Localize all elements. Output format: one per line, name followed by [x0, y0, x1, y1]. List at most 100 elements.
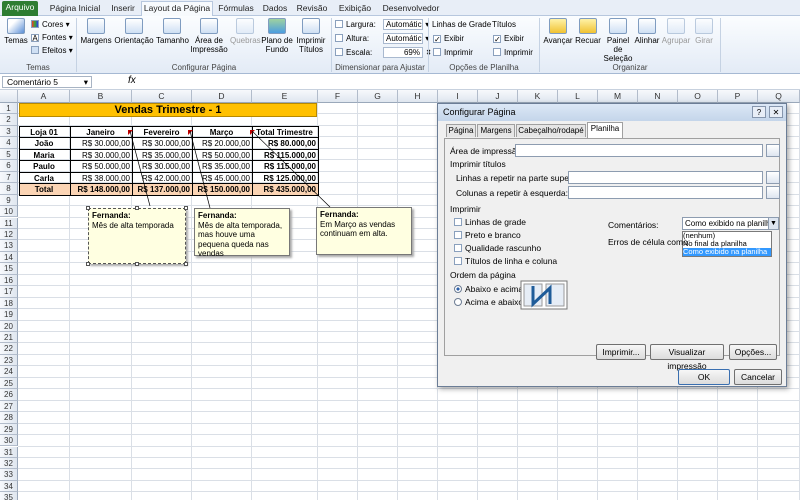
- tab-inserir[interactable]: Inserir: [108, 2, 138, 16]
- resize-handle[interactable]: [184, 206, 188, 210]
- titulos-linha-coluna-checkbox[interactable]: Títulos de linha e coluna: [454, 256, 557, 266]
- row-header-19[interactable]: 19: [0, 309, 18, 321]
- cores-button[interactable]: Cores ▾: [31, 20, 70, 30]
- column-header-l[interactable]: L: [558, 90, 598, 103]
- titulos-imprimir-checkbox[interactable]: Imprimir: [493, 48, 533, 58]
- comment-box[interactable]: Fernanda: Em Março as vendas continuam e…: [316, 207, 412, 255]
- formula-input[interactable]: [145, 76, 795, 88]
- recuar-button[interactable]: Recuar: [574, 18, 602, 45]
- name-box[interactable]: Comentário 5 ▾: [2, 76, 92, 88]
- quebras-button[interactable]: Quebras: [230, 18, 261, 45]
- row-header-34[interactable]: 34: [0, 480, 18, 493]
- row-header-21[interactable]: 21: [0, 332, 18, 344]
- column-header-m[interactable]: M: [598, 90, 638, 103]
- cancelar-button[interactable]: Cancelar: [734, 369, 782, 385]
- option-como-exibido[interactable]: Como exibido na planilha: [683, 248, 771, 256]
- tab-exibicao[interactable]: Exibição: [334, 2, 376, 16]
- acima-abaixo-radio[interactable]: Acima e abaixo: [454, 297, 523, 307]
- painel-selecao-button[interactable]: Painel de Seleção: [603, 18, 633, 63]
- fontes-button[interactable]: A Fontes ▾: [31, 33, 73, 43]
- colunas-repetir-field[interactable]: [568, 186, 763, 199]
- tab-margens[interactable]: Margens: [477, 124, 515, 137]
- efeitos-button[interactable]: Efeitos ▾: [31, 46, 73, 56]
- tab-planilha[interactable]: Planilha: [587, 122, 623, 138]
- comentarios-select[interactable]: Como exibido na planilha: [682, 217, 779, 230]
- row-header-26[interactable]: 26: [0, 389, 18, 401]
- orientacao-icon: [125, 18, 143, 34]
- resize-handle[interactable]: [135, 262, 139, 266]
- help-button[interactable]: ?: [752, 106, 766, 118]
- preto-branco-checkbox[interactable]: Preto e branco: [454, 230, 521, 240]
- visualizar-impressao-button[interactable]: Visualizar impressão: [650, 344, 724, 371]
- tamanho-button[interactable]: Tamanho: [156, 18, 189, 45]
- ordem-pagina-label: Ordem da página: [450, 270, 516, 280]
- area-impressao-button[interactable]: Área de Impressão: [190, 18, 228, 54]
- row-header-23[interactable]: 23: [0, 354, 18, 367]
- escala-spinner[interactable]: 69% ⬍: [383, 47, 432, 58]
- tab-pagina-inicial[interactable]: Página Inicial: [44, 2, 106, 16]
- chevron-down-icon[interactable]: ▼: [768, 218, 778, 229]
- column-header-j[interactable]: J: [478, 90, 518, 103]
- row-header-18[interactable]: 18: [0, 297, 18, 310]
- column-header-n[interactable]: N: [638, 90, 678, 103]
- comment-box[interactable]: Fernanda: Mês de alta temporada: [88, 208, 186, 264]
- margens-button[interactable]: Margens: [80, 18, 112, 45]
- grade-imprimir-checkbox[interactable]: Imprimir: [433, 48, 473, 58]
- temas-button[interactable]: Temas: [4, 18, 28, 45]
- row-header-32[interactable]: 32: [0, 457, 18, 470]
- row-header-20[interactable]: 20: [0, 320, 18, 332]
- tab-formulas[interactable]: Fórmulas: [216, 2, 256, 16]
- row-header-35[interactable]: 35: [0, 492, 18, 500]
- row-header-29[interactable]: 29: [0, 423, 18, 436]
- tab-dados[interactable]: Dados: [260, 2, 290, 16]
- agrupar-button[interactable]: Agrupar: [661, 18, 691, 45]
- imprimir-button[interactable]: Imprimir...: [596, 344, 646, 360]
- ok-button[interactable]: OK: [678, 369, 730, 385]
- opcoes-button[interactable]: Opções...: [729, 344, 777, 360]
- row-header-24[interactable]: 24: [0, 366, 18, 378]
- imprimir-titulos-button[interactable]: Imprimir Títulos: [294, 18, 328, 54]
- row-header-25[interactable]: 25: [0, 377, 18, 390]
- altura-dropdown[interactable]: Automátic ▾: [383, 33, 429, 44]
- tab-layout-pagina[interactable]: Layout da Página: [141, 1, 213, 16]
- column-header-k[interactable]: K: [518, 90, 558, 103]
- plano-fundo-button[interactable]: Plano de Fundo: [261, 18, 293, 54]
- row-header-30[interactable]: 30: [0, 435, 18, 447]
- row-header-28[interactable]: 28: [0, 412, 18, 424]
- resize-handle[interactable]: [184, 262, 188, 266]
- row-header-33[interactable]: 33: [0, 469, 18, 481]
- linhas-grade-checkbox[interactable]: Linhas de grade: [454, 217, 526, 227]
- collapse-dialog-icon[interactable]: [766, 144, 780, 157]
- tab-pagina[interactable]: Página: [446, 124, 476, 137]
- resize-handle[interactable]: [86, 262, 90, 266]
- row-header-31[interactable]: 31: [0, 446, 18, 458]
- avancar-button[interactable]: Avançar: [543, 18, 573, 45]
- comment-box[interactable]: Fernanda: Mês de alta temporada, mas hou…: [194, 208, 290, 258]
- largura-dropdown[interactable]: Automátic ▾: [383, 19, 429, 30]
- tab-desenvolvedor[interactable]: Desenvolvedor: [380, 2, 442, 16]
- tab-arquivo[interactable]: Arquivo: [2, 1, 38, 16]
- close-button[interactable]: ✕: [769, 106, 783, 118]
- orientacao-button[interactable]: Orientação: [114, 18, 154, 45]
- collapse-dialog-icon[interactable]: [766, 186, 780, 199]
- column-header-o[interactable]: O: [678, 90, 718, 103]
- row-header-27[interactable]: 27: [0, 400, 18, 413]
- linhas-repetir-field[interactable]: [568, 171, 763, 184]
- alinhar-button[interactable]: Alinhar: [634, 18, 660, 45]
- column-header-i[interactable]: I: [438, 90, 478, 103]
- grade-exibir-checkbox[interactable]: ✓ Exibir: [433, 34, 464, 44]
- tab-revisao[interactable]: Revisão: [294, 2, 330, 16]
- area-impressao-field[interactable]: [515, 144, 763, 157]
- girar-button[interactable]: Girar: [692, 18, 716, 45]
- tab-cabecalho-rodape[interactable]: Cabeçalho/rodapé: [516, 124, 586, 137]
- row-header-22[interactable]: 22: [0, 343, 18, 355]
- fx-icon[interactable]: fx: [128, 75, 136, 86]
- resize-handle[interactable]: [86, 206, 90, 210]
- abaixo-acima-radio[interactable]: Abaixo e acima: [454, 284, 523, 294]
- titulos-exibir-checkbox[interactable]: ✓ Exibir: [493, 34, 524, 44]
- collapse-dialog-icon[interactable]: [766, 171, 780, 184]
- column-header-p[interactable]: P: [718, 90, 758, 103]
- column-header-q[interactable]: Q: [758, 90, 800, 103]
- qualidade-rascunho-checkbox[interactable]: Qualidade rascunho: [454, 243, 541, 253]
- resize-handle[interactable]: [135, 206, 139, 210]
